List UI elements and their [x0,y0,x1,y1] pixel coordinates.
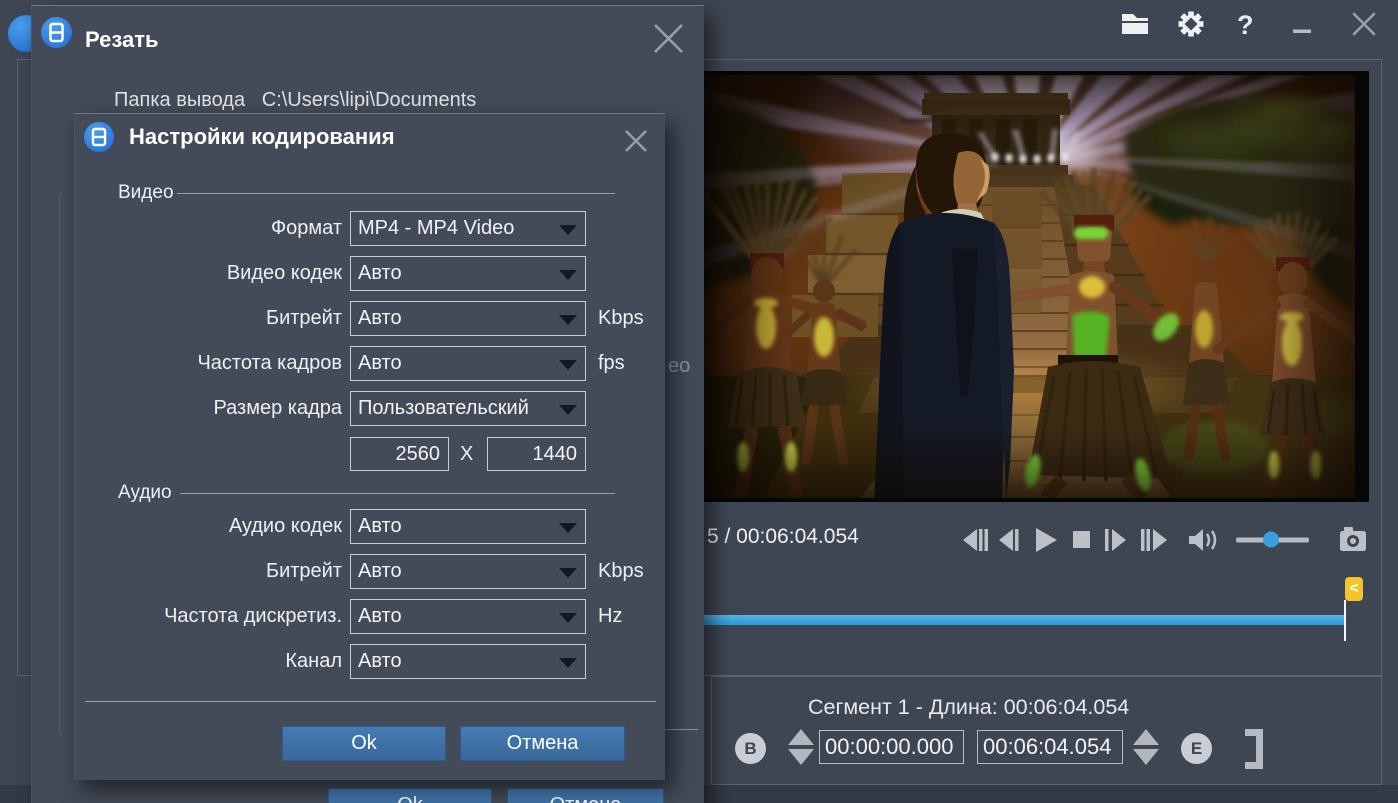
svg-text:?: ? [1237,10,1254,40]
